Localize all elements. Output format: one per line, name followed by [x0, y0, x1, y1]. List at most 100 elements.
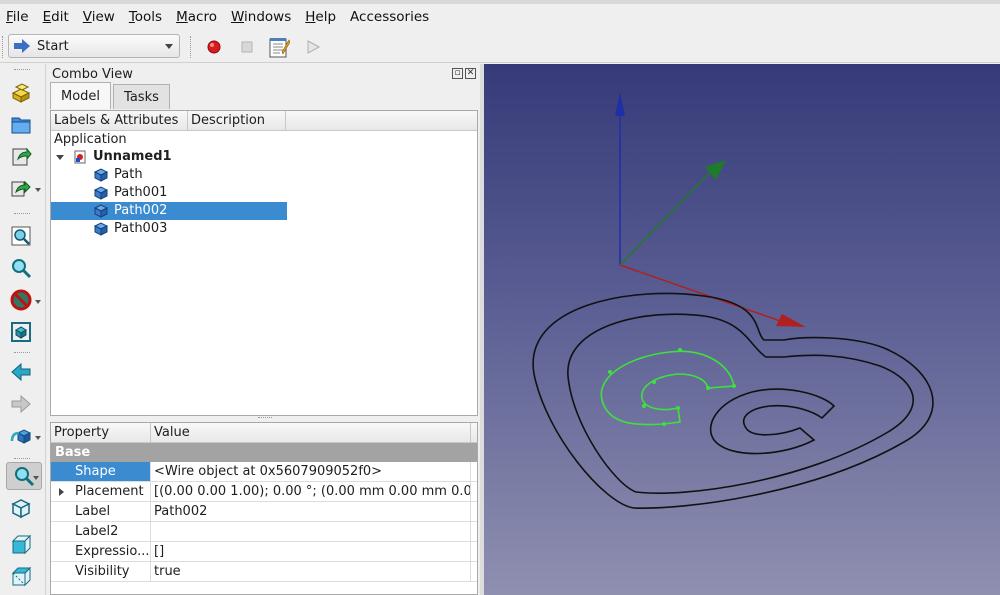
tree-item-path[interactable]: Path [94, 166, 287, 184]
menu-file[interactable]: File [3, 9, 32, 25]
property-row-visibility[interactable]: Visibility true [51, 562, 477, 582]
menu-tools-rest: ools [134, 9, 163, 25]
chevron-right-icon[interactable] [59, 488, 64, 496]
toolbar-grip-6[interactable] [14, 458, 30, 460]
fit-selection-button[interactable] [6, 254, 36, 282]
fit-all-icon [11, 226, 31, 246]
combo-view-controls: ▫ ✕ [452, 68, 476, 79]
record-icon [207, 40, 221, 54]
property-value[interactable]: [] [151, 542, 471, 561]
property-value[interactable]: [(0.00 0.00 1.00); 0.00 °; (0.00 mm 0.00… [151, 482, 471, 501]
menu-view-rest: iew [91, 9, 115, 25]
property-value[interactable]: true [151, 562, 471, 581]
draw-style-button[interactable] [6, 286, 36, 314]
tree-root-application[interactable]: Application [54, 131, 127, 149]
toolbar-grip-2[interactable] [190, 36, 192, 58]
refresh-button[interactable] [6, 174, 36, 202]
tree-column-labels[interactable]: Labels & Attributes [51, 111, 188, 130]
menu-view[interactable]: View [80, 9, 118, 25]
menu-edit[interactable]: Edit [40, 9, 72, 25]
property-column-value[interactable]: Value [151, 423, 471, 442]
menu-edit-rest: dit [51, 9, 69, 25]
tab-tasks[interactable]: Tasks [113, 84, 170, 109]
tree-item-path003[interactable]: Path003 [94, 220, 287, 238]
toolbar-grip-5[interactable] [14, 352, 30, 354]
top-view-button[interactable] [6, 562, 36, 590]
isometric-cube-icon [11, 499, 31, 519]
play-icon [307, 40, 321, 54]
property-name-cell: Placement [51, 482, 151, 501]
property-value[interactable] [151, 522, 471, 541]
toolbar-grip[interactable] [2, 36, 4, 58]
chevron-down-icon[interactable] [33, 476, 39, 480]
execute-macro-button[interactable] [302, 36, 324, 58]
shape-cube-icon [94, 204, 108, 218]
y-axis-arrow [705, 160, 726, 180]
open-file-button[interactable] [6, 110, 36, 138]
chevron-down-icon[interactable] [35, 436, 41, 440]
chevron-down-icon [165, 44, 173, 49]
back-button[interactable] [6, 358, 36, 386]
model-tree: Labels & Attributes Description Applicat… [50, 110, 478, 416]
workbench-selector[interactable]: Start [8, 34, 180, 58]
tree-item-label: Path003 [114, 221, 168, 236]
property-name: Placement [75, 484, 144, 499]
bounding-box-button[interactable] [6, 318, 36, 346]
front-view-button[interactable] [6, 530, 36, 558]
path-c-letter [709, 388, 836, 455]
tree-item-label: Path [114, 167, 143, 182]
property-row-shape[interactable]: Shape <Wire object at 0x5607909052f0> [51, 462, 477, 482]
3d-viewport[interactable] [484, 64, 1000, 595]
tree-item-label: Path002 [114, 203, 168, 218]
document-name: Unnamed1 [93, 149, 172, 164]
main-toolbar: Start [0, 30, 1000, 63]
property-group-base[interactable]: Base [51, 443, 477, 462]
menu-windows-rest: indows [244, 9, 292, 25]
tab-model[interactable]: Model [50, 82, 112, 109]
chevron-down-icon[interactable] [35, 300, 41, 304]
menu-macro[interactable]: Macro [173, 9, 220, 25]
top-cube-icon [11, 566, 32, 587]
macro-editor-button[interactable] [268, 36, 290, 58]
property-column-name[interactable]: Property [51, 423, 151, 442]
zoom-icon [12, 259, 32, 279]
tree-item-label: Path001 [114, 185, 168, 200]
export-button[interactable] [6, 142, 36, 170]
isometric-view-button[interactable] [6, 494, 36, 522]
zoom-icon [15, 467, 35, 487]
stop-macro-button[interactable] [236, 36, 258, 58]
cube-arrow-icon [10, 429, 32, 444]
property-row-expression[interactable]: Expressio... [] [51, 542, 477, 562]
chevron-down-icon[interactable] [56, 154, 64, 160]
menu-help[interactable]: Help [302, 9, 339, 25]
tree-item-path001[interactable]: Path001 [94, 184, 287, 202]
chevron-down-icon[interactable] [35, 188, 41, 192]
property-row-label[interactable]: Label Path002 [51, 502, 477, 522]
float-panel-icon[interactable]: ▫ [452, 68, 463, 79]
toolbar-grip-3[interactable] [14, 69, 30, 71]
property-name: Label2 [51, 522, 151, 541]
part-workbench-button[interactable] [6, 78, 36, 106]
menu-bar: File Edit View Tools Macro Windows Help … [0, 0, 1000, 30]
property-value[interactable]: Path002 [151, 502, 471, 521]
bounding-box-icon [11, 322, 31, 342]
property-row-placement[interactable]: Placement [(0.00 0.00 1.00); 0.00 °; (0.… [51, 482, 477, 502]
menu-windows[interactable]: Windows [228, 9, 294, 25]
panel-splitter[interactable] [258, 417, 272, 420]
tree-item-path002[interactable]: Path002 [51, 202, 287, 220]
forward-button[interactable] [6, 390, 36, 418]
toolbar-grip-4[interactable] [14, 213, 30, 215]
tree-document[interactable]: Unnamed1 [56, 148, 172, 166]
tree-column-description[interactable]: Description [188, 111, 286, 130]
property-row-label2[interactable]: Label2 [51, 522, 477, 542]
sync-view-button[interactable] [6, 422, 36, 450]
record-macro-button[interactable] [203, 36, 225, 58]
close-icon[interactable]: ✕ [465, 68, 476, 79]
property-header: Property Value [51, 423, 477, 443]
fit-all-button[interactable] [6, 222, 36, 250]
menu-tools[interactable]: Tools [126, 9, 165, 25]
menu-accessories[interactable]: Accessories [347, 9, 432, 25]
combo-view-title: Combo View [52, 67, 133, 82]
property-value[interactable]: <Wire object at 0x5607909052f0> [151, 462, 471, 481]
workbench-arrow-icon [14, 39, 30, 53]
